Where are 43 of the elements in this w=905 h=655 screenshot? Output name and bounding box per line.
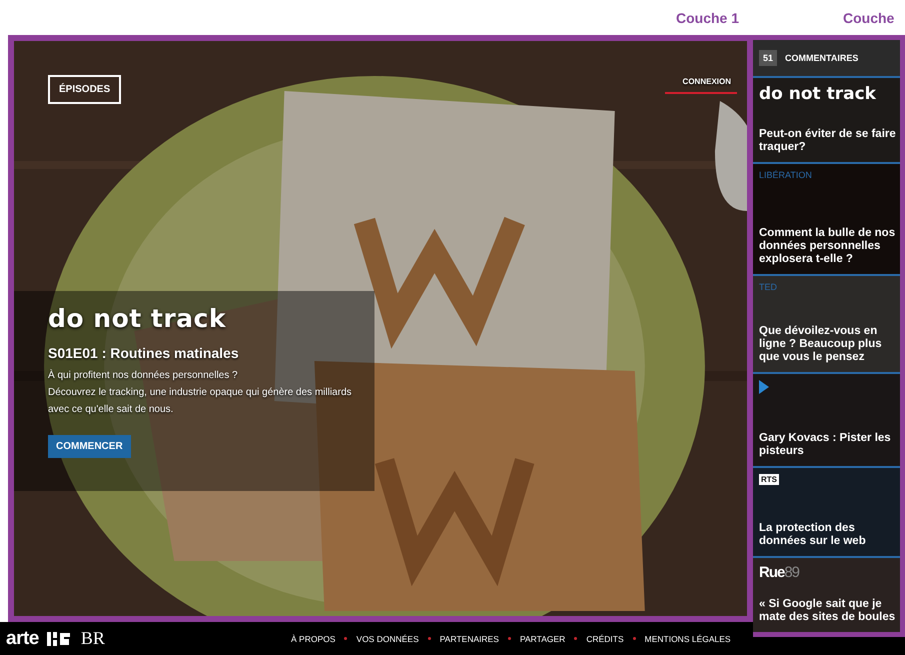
layer-label: Couche [843,10,894,26]
article-card[interactable]: RTS La protection des données sur le web [753,468,900,558]
separator-dot [428,637,431,640]
article-card[interactable]: Rue89 « Si Google sait que je mate des sites de boules [753,558,900,632]
source-badge: RTS [759,474,779,485]
comment-count: 51 [759,50,778,66]
footer-link[interactable]: PARTENAIRES [440,634,499,644]
comments-label: COMMENTAIRES [785,53,858,63]
article-title: « Si Google sait que je mate des sites de boules [759,598,896,624]
comments-header[interactable]: 51 COMMENTAIRES [753,40,900,78]
footer-link[interactable]: MENTIONS LÉGALES [644,634,731,644]
footer-link[interactable]: VOS DONNÉES [356,634,419,644]
episode-description: À qui profitent nos données personnelles ? Découvrez le tracking, une industrie opaque qui génère des milliards avec ce qu'elle sait de nous. [48,368,352,417]
source-logo: do not track [759,84,876,104]
article-card[interactable]: LIBÉRATION Comment la bulle de nos données personnelles explosera t-elle ? [753,164,900,276]
source-logo: Rue89 [759,564,800,581]
article-title: La protection des données sur le web [759,522,867,548]
article-title: Peut-on éviter de se faire traquer? [759,128,896,154]
article-title: Comment la bulle de nos données personnelles explosera t-elle ? [759,227,896,266]
partner-logo-icon [46,630,73,646]
login-link[interactable]: CONNEXION [664,75,737,94]
partner-logo: BR [80,628,105,649]
article-card[interactable]: Gary Kovacs : Pister les pisteurs [753,374,900,468]
show-logo: do not track [48,304,226,333]
article-title: Que dévoilez-vous en ligne ? Beaucoup plus que vous le pensez [759,325,883,364]
separator-dot [632,637,636,640]
article-card[interactable]: TED Que dévoilez-vous en ligne ? Beaucoup plus que vous le pensez [753,276,900,374]
source-label: TED [759,282,777,292]
play-icon [759,380,769,394]
separator-dot [344,637,348,640]
footer-link[interactable]: CRÉDITS [586,634,624,644]
layer-label: Couche 1 [676,10,740,26]
footer-link[interactable]: À PROPOS [291,634,336,644]
footer-link[interactable]: PARTAGER [520,634,566,644]
separator-dot [574,637,578,640]
brand-logo: arte [6,628,39,650]
start-button[interactable]: COMMENCER [48,435,131,458]
episodes-button[interactable]: ÉPISODES [48,75,122,104]
article-title: Gary Kovacs : Pister les pisteurs [759,432,892,458]
source-label: LIBÉRATION [759,170,812,180]
episode-title: S01E01 : Routines matinales [48,345,239,361]
separator-dot [508,637,511,640]
article-card[interactable]: do not track Peut-on éviter de se faire traquer? [753,78,900,164]
